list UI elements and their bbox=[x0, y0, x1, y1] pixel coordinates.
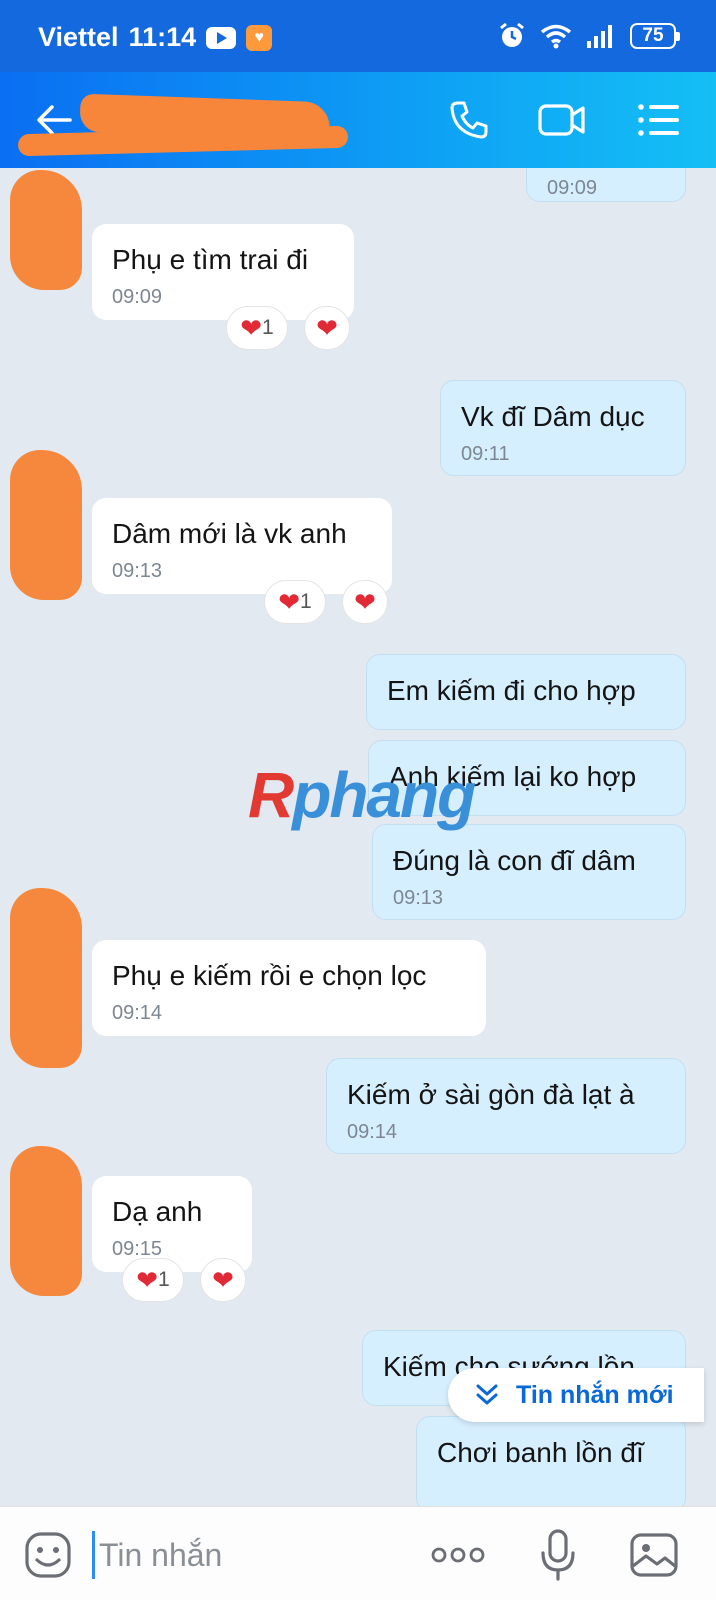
clock: 11:14 bbox=[128, 22, 197, 52]
message-time: 09:14 bbox=[112, 1002, 163, 1024]
message-input-placeholder: Tin nhắn bbox=[99, 1536, 223, 1573]
message-time: 09:11 bbox=[461, 443, 510, 465]
double-chevron-down-icon bbox=[476, 1384, 498, 1405]
composer-bar: Tin nhắn bbox=[0, 1506, 716, 1600]
message-bubble-outgoing[interactable]: 09:09 bbox=[526, 168, 686, 202]
message-bubble-outgoing[interactable]: Đúng là con đĩ dâm 09:13 bbox=[372, 824, 686, 920]
battery-icon: 75 bbox=[630, 23, 680, 49]
more-options-button[interactable] bbox=[430, 1527, 486, 1583]
avatar[interactable] bbox=[10, 170, 82, 290]
react-button[interactable]: ❤ bbox=[200, 1258, 246, 1302]
message-text: Phụ e kiếm rồi e chọn lọc bbox=[112, 960, 427, 991]
message-time: 09:15 bbox=[112, 1238, 163, 1260]
reaction-count-badge[interactable]: ❤ 1 bbox=[122, 1258, 184, 1302]
message-bubble-outgoing[interactable]: Vk đĩ Dâm dục 09:11 bbox=[440, 380, 686, 476]
message-bubble-incoming[interactable]: Phụ e tìm trai đi 09:09 bbox=[92, 224, 354, 320]
carrier-label: Viettel bbox=[38, 22, 119, 52]
alarm-icon bbox=[500, 22, 524, 47]
heart-icon: ❤ bbox=[136, 1265, 159, 1295]
message-time: 09:09 bbox=[112, 286, 163, 308]
message-bubble-incoming[interactable]: Dâm mới là vk anh 09:13 bbox=[92, 498, 392, 594]
voice-call-button[interactable] bbox=[443, 94, 495, 146]
new-message-label: Tin nhắn mới bbox=[516, 1380, 674, 1409]
conversation-menu-button[interactable] bbox=[632, 94, 684, 146]
message-time: 09:13 bbox=[112, 560, 163, 582]
status-right: 75 bbox=[498, 22, 680, 50]
avatar[interactable] bbox=[10, 1146, 82, 1296]
message-bubble-incoming[interactable]: Phụ e kiếm rồi e chọn lọc 09:14 bbox=[92, 940, 486, 1036]
heart-icon: ❤ bbox=[316, 313, 338, 343]
video-call-button[interactable] bbox=[536, 94, 588, 146]
message-time: 09:14 bbox=[347, 1121, 398, 1143]
chat-header bbox=[0, 72, 716, 168]
video-call-icon bbox=[538, 104, 585, 136]
heart-icon: ❤ bbox=[354, 587, 376, 617]
menu-list-icon bbox=[638, 104, 679, 136]
message-text: Dâm mới là vk anh bbox=[112, 518, 347, 549]
new-message-button[interactable]: Tin nhắn mới bbox=[448, 1368, 704, 1422]
message-list[interactable]: 09:09 Phụ e tìm trai đi 09:09 ❤ 1 ❤ Vk đĩ… bbox=[0, 168, 716, 1506]
wifi-icon bbox=[540, 24, 572, 49]
heart-icon: ❤ bbox=[278, 587, 301, 617]
react-button[interactable]: ❤ bbox=[342, 580, 388, 624]
message-text: Đúng là con đĩ dâm bbox=[393, 845, 636, 876]
watermark: Rphang bbox=[248, 759, 476, 831]
reaction-count-badge[interactable]: ❤ 1 bbox=[226, 306, 288, 350]
message-text: Dạ anh bbox=[112, 1196, 203, 1227]
message-text: Vk đĩ Dâm dục bbox=[461, 401, 645, 432]
smiley-icon bbox=[25, 1532, 71, 1578]
message-text: Phụ e tìm trai đi bbox=[112, 244, 309, 275]
app-notification-icon: ♥ bbox=[246, 24, 273, 51]
voice-record-button[interactable] bbox=[530, 1527, 586, 1583]
youtube-icon bbox=[206, 26, 237, 49]
status-left: Viettel 11:14 ♥ bbox=[38, 22, 273, 53]
avatar[interactable] bbox=[10, 888, 82, 1068]
sticker-button[interactable] bbox=[20, 1527, 76, 1583]
message-text: Chơi banh lồn đĩ bbox=[437, 1437, 644, 1468]
message-time: 09:13 bbox=[393, 887, 444, 909]
phone-icon bbox=[450, 101, 488, 139]
signal-icon bbox=[587, 25, 612, 48]
message-bubble-outgoing[interactable]: Em kiếm đi cho hợp bbox=[366, 654, 686, 730]
message-input[interactable]: Tin nhắn bbox=[92, 1531, 392, 1579]
avatar[interactable] bbox=[10, 450, 82, 600]
message-bubble-outgoing[interactable]: Kiếm ở sài gòn đà lạt à 09:14 bbox=[326, 1058, 686, 1154]
heart-icon: ❤ bbox=[212, 1265, 234, 1295]
react-button[interactable]: ❤ bbox=[304, 306, 350, 350]
reaction-count-badge[interactable]: ❤ 1 bbox=[264, 580, 326, 624]
message-bubble-outgoing[interactable]: Chơi banh lồn đĩ bbox=[416, 1416, 686, 1506]
status-bar: Viettel 11:14 ♥ 75 bbox=[0, 0, 716, 72]
message-time: 09:09 bbox=[547, 177, 598, 199]
more-dots-icon bbox=[431, 1547, 485, 1563]
message-text: Kiếm ở sài gòn đà lạt à bbox=[347, 1079, 635, 1110]
heart-icon: ❤ bbox=[240, 313, 263, 343]
back-arrow-icon bbox=[37, 105, 72, 135]
message-text: Em kiếm đi cho hợp bbox=[387, 675, 636, 706]
image-gallery-icon bbox=[630, 1533, 678, 1577]
gallery-button[interactable] bbox=[626, 1527, 682, 1583]
microphone-icon bbox=[541, 1529, 575, 1581]
